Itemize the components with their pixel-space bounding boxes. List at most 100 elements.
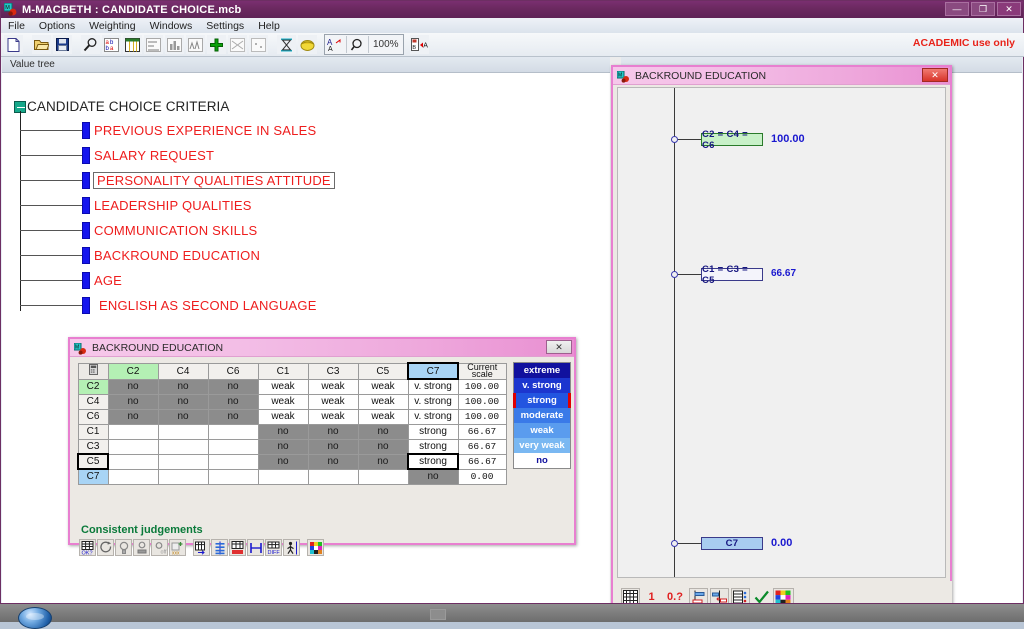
cell-c7-c3[interactable] xyxy=(307,468,359,485)
histogram-red-icon[interactable] xyxy=(229,539,246,556)
scale-option-strong-selected[interactable]: strong xyxy=(513,393,571,408)
one-digit-icon[interactable]: 1 xyxy=(642,588,661,603)
value-tree-node-0[interactable]: PREVIOUS EXPERIENCE IN SALES xyxy=(20,122,316,139)
col-header-c5[interactable]: C5 xyxy=(357,362,409,380)
cell-c7-c7[interactable]: no xyxy=(407,468,459,485)
cell-c4-c6[interactable]: no xyxy=(207,393,259,410)
scale-config-icon[interactable] xyxy=(731,587,750,603)
cell-c4-c5[interactable]: weak xyxy=(357,393,409,410)
cell-c3-c7[interactable]: strong xyxy=(407,438,459,455)
value-tree-node-1[interactable]: SALARY REQUEST xyxy=(20,147,214,164)
cell-c2-c7[interactable]: v. strong xyxy=(407,378,459,395)
bulb-icon[interactable] xyxy=(115,539,132,556)
thermometer-node-marker[interactable] xyxy=(671,271,678,278)
bulb-down-icon[interactable] xyxy=(133,539,150,556)
zoom-glass-icon[interactable] xyxy=(347,36,369,53)
menu-help[interactable]: Help xyxy=(251,19,287,33)
row-header-c4[interactable]: C4 xyxy=(77,393,109,410)
row-header-c6[interactable]: C6 xyxy=(77,408,109,425)
taskbar-slot[interactable] xyxy=(430,609,446,620)
green-plus-icon[interactable] xyxy=(207,35,226,54)
matrix-window-titlebar[interactable]: M BACKROUND EDUCATION ✕ xyxy=(70,339,574,357)
start-orb-icon[interactable] xyxy=(18,607,52,629)
matrix-close-button[interactable]: ✕ xyxy=(546,340,572,354)
cell-c2-c4[interactable]: no xyxy=(157,378,209,395)
col-header-c7-selected[interactable]: C7 xyxy=(407,362,459,380)
cell-c2-c2[interactable]: no xyxy=(107,378,159,395)
matrix-corner-calculator-icon[interactable] xyxy=(77,362,109,380)
row-header-c7[interactable]: C7 xyxy=(77,468,109,485)
thermometer-node-marker[interactable] xyxy=(671,136,678,143)
add-rows-icon[interactable]: xxx xyxy=(169,539,186,556)
thermometer-label-2[interactable]: C7 xyxy=(701,537,763,550)
cell-c5-c7-selected[interactable]: strong xyxy=(407,453,459,470)
cell-c5-c3[interactable]: no xyxy=(307,453,359,470)
cell-c2-c6[interactable]: no xyxy=(207,378,259,395)
cell-c5-c5[interactable]: no xyxy=(357,453,409,470)
grid-export-icon[interactable] xyxy=(193,539,210,556)
close-button[interactable]: ✕ xyxy=(997,2,1021,16)
abc-letters-icon[interactable]: abba xyxy=(102,35,121,54)
bar-list-icon[interactable] xyxy=(144,35,163,54)
cell-c2-c1[interactable]: weak xyxy=(257,378,309,395)
cell-c5-c2[interactable] xyxy=(107,453,159,470)
table-grid-icon[interactable] xyxy=(123,35,142,54)
value-tree-node-7[interactable]: ENGLISH AS SECOND LANGUAGE xyxy=(20,297,317,314)
scale-option-extreme[interactable]: extreme xyxy=(514,363,570,378)
cell-c5-c1[interactable]: no xyxy=(257,453,309,470)
interval-icon[interactable] xyxy=(247,539,264,556)
multi-bars-icon[interactable] xyxy=(186,35,205,54)
zoom-level-label[interactable]: 100% xyxy=(369,39,403,50)
cell-c5-c6[interactable] xyxy=(207,453,259,470)
value-tree-node-3[interactable]: LEADERSHIP QUALITIES xyxy=(20,197,252,214)
col-header-c6[interactable]: C6 xyxy=(207,362,259,380)
scatter-cross-icon[interactable] xyxy=(228,35,247,54)
bulb-off-icon[interactable]: off xyxy=(151,539,168,556)
row-header-c2[interactable]: C2 xyxy=(77,378,109,395)
scale-option-very-weak[interactable]: very weak xyxy=(514,438,570,453)
cell-c2-c5[interactable]: weak xyxy=(357,378,409,395)
scale-split-icon[interactable] xyxy=(710,587,729,603)
magnifier-icon[interactable] xyxy=(81,35,100,54)
cell-c6-c3[interactable]: weak xyxy=(307,408,359,425)
value-tree-node-5[interactable]: BACKROUND EDUCATION xyxy=(20,247,260,264)
thermometer-label-1[interactable]: C1 = C3 = C5 xyxy=(701,264,763,286)
menu-settings[interactable]: Settings xyxy=(199,19,251,33)
cell-c1-c7[interactable]: strong xyxy=(407,423,459,440)
cell-c6-c5[interactable]: weak xyxy=(357,408,409,425)
cell-c6-c2[interactable]: no xyxy=(107,408,159,425)
decimal-digit-icon[interactable]: 0.? xyxy=(663,588,687,603)
thermometer-node-marker[interactable] xyxy=(671,540,678,547)
cell-c7-c1[interactable] xyxy=(257,468,309,485)
row-header-c3[interactable]: C3 xyxy=(77,438,109,455)
thermometer-close-button[interactable]: ✕ xyxy=(922,68,948,82)
cell-c6-c1[interactable]: weak xyxy=(257,408,309,425)
value-tree-root[interactable]: CANDIDATE CHOICE CRITERIA xyxy=(14,99,230,114)
menu-file[interactable]: File xyxy=(1,19,32,33)
cell-c1-c1[interactable]: no xyxy=(257,423,309,440)
cell-c2-c3[interactable]: weak xyxy=(307,378,359,395)
row-header-c1[interactable]: C1 xyxy=(77,423,109,440)
cell-c3-c1[interactable]: no xyxy=(257,438,309,455)
open-folder-icon[interactable] xyxy=(32,35,51,54)
cell-c4-c1[interactable]: weak xyxy=(257,393,309,410)
cell-c7-c6[interactable] xyxy=(207,468,259,485)
cell-c4-c2[interactable]: no xyxy=(107,393,159,410)
scale-option-no[interactable]: no xyxy=(514,453,570,468)
scale-option-weak[interactable]: weak xyxy=(514,423,570,438)
cell-c3-c3[interactable]: no xyxy=(307,438,359,455)
cell-c3-c5[interactable]: no xyxy=(357,438,409,455)
scale-option-v-strong[interactable]: v. strong xyxy=(514,378,570,393)
color-palette-icon[interactable] xyxy=(307,539,324,556)
col-header-c4[interactable]: C4 xyxy=(157,362,209,380)
cell-c1-c4[interactable] xyxy=(157,423,209,440)
cell-c7-c2[interactable] xyxy=(107,468,159,485)
hourglass-icon[interactable] xyxy=(277,35,296,54)
menu-weighting[interactable]: Weighting xyxy=(82,19,143,33)
grid-icon[interactable] xyxy=(621,587,640,603)
font-size-icon[interactable]: AA xyxy=(325,36,347,53)
color-palette-icon[interactable] xyxy=(773,587,794,603)
scale-anchor-icon[interactable] xyxy=(689,587,708,603)
value-tree-node-4[interactable]: COMMUNICATION SKILLS xyxy=(20,222,257,239)
thermometer-titlebar[interactable]: M BACKROUND EDUCATION ✕ xyxy=(613,67,950,85)
